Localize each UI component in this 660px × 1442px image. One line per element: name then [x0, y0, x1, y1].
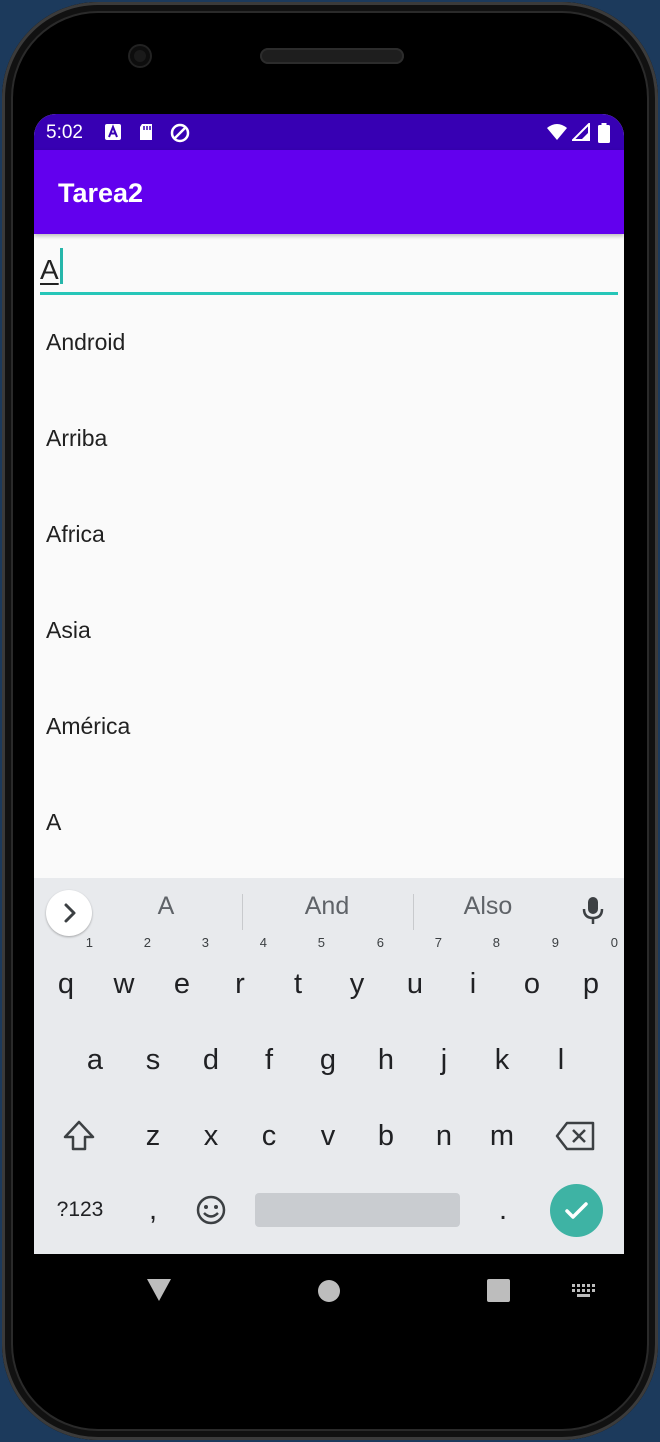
- emoji-icon: [196, 1195, 226, 1225]
- keyboard-expand-button[interactable]: [46, 890, 92, 936]
- key-hint: 2: [143, 935, 151, 950]
- key-label: w: [113, 968, 135, 1000]
- key-hint: 5: [317, 935, 325, 950]
- no-disturb-icon: [170, 123, 190, 143]
- key-label: r: [235, 968, 245, 1000]
- list-item[interactable]: Android: [34, 294, 624, 390]
- enter-button[interactable]: [550, 1184, 603, 1237]
- shift-icon: [63, 1120, 95, 1151]
- key-f[interactable]: f: [244, 1030, 294, 1090]
- key-label: t: [293, 968, 303, 1000]
- list-item[interactable]: A: [34, 774, 624, 870]
- key-k[interactable]: k: [477, 1030, 527, 1090]
- key-hint: 3: [201, 935, 209, 950]
- key-i[interactable]: i8: [448, 936, 500, 1014]
- key-hint: 9: [551, 935, 559, 950]
- key-label: e: [173, 968, 191, 1000]
- signal-icon: [572, 123, 590, 141]
- period-key[interactable]: .: [478, 1180, 528, 1240]
- key-d[interactable]: d: [186, 1030, 236, 1090]
- search-input[interactable]: A: [40, 244, 618, 295]
- comma-key[interactable]: ,: [128, 1180, 178, 1240]
- key-hint: 1: [85, 935, 93, 950]
- status-time: 5:02: [46, 122, 83, 143]
- key-u[interactable]: u7: [390, 936, 442, 1014]
- front-camera: [130, 46, 150, 66]
- recents-icon[interactable]: [487, 1279, 510, 1302]
- key-hint: 6: [376, 935, 384, 950]
- key-x[interactable]: x: [186, 1106, 236, 1166]
- home-icon[interactable]: [317, 1279, 341, 1303]
- key-label: u: [406, 968, 424, 1000]
- back-icon[interactable]: [146, 1278, 172, 1302]
- key-l[interactable]: l: [536, 1030, 586, 1090]
- app-bar: Tarea2: [34, 150, 624, 234]
- key-label: o: [523, 968, 541, 1000]
- text-cursor: [60, 248, 63, 284]
- wifi-icon: [547, 124, 567, 140]
- navigation-bar: [34, 1254, 624, 1330]
- suggestion-3[interactable]: Also: [413, 892, 563, 921]
- list-item[interactable]: Asia: [34, 582, 624, 678]
- shift-key[interactable]: [54, 1106, 104, 1166]
- key-s[interactable]: s: [128, 1030, 178, 1090]
- key-label: y: [349, 968, 365, 1000]
- key-y[interactable]: y6: [332, 936, 384, 1014]
- earpiece-speaker: [260, 48, 404, 64]
- backspace-icon: [555, 1121, 595, 1151]
- key-t[interactable]: t5: [273, 936, 325, 1014]
- list-item[interactable]: Arriba: [34, 390, 624, 486]
- results-list: Android Arriba Africa Asia América A: [34, 294, 624, 870]
- soft-keyboard: A And Also q1 w2 e3 r4 t5 y6 u7 i8 o9 p0…: [34, 878, 624, 1254]
- suggestion-2[interactable]: And: [252, 892, 402, 921]
- mic-icon[interactable]: [582, 896, 604, 926]
- search-input-value: A: [40, 254, 59, 285]
- key-c[interactable]: c: [244, 1106, 294, 1166]
- key-label: p: [582, 968, 600, 1000]
- suggestion-divider: [242, 894, 243, 930]
- status-bar: 5:02: [34, 114, 624, 150]
- key-w[interactable]: w2: [99, 936, 151, 1014]
- symbols-key[interactable]: ?123: [50, 1180, 110, 1240]
- checkmark-icon: [565, 1202, 588, 1219]
- sd-card-icon: [140, 124, 152, 140]
- key-e[interactable]: e3: [157, 936, 209, 1014]
- backspace-key[interactable]: [551, 1106, 601, 1166]
- key-hint: 4: [259, 935, 267, 950]
- chevron-right-icon: [64, 903, 76, 923]
- keyboard-switch-icon[interactable]: [572, 1284, 596, 1298]
- key-n[interactable]: n: [419, 1106, 469, 1166]
- key-label: q: [57, 968, 75, 1000]
- space-bar[interactable]: [255, 1193, 460, 1227]
- key-r[interactable]: r4: [215, 936, 267, 1014]
- key-hint: 0: [610, 935, 618, 950]
- emoji-key[interactable]: [186, 1180, 236, 1240]
- key-v[interactable]: v: [303, 1106, 353, 1166]
- suggestion-strip: A And Also: [34, 878, 624, 944]
- screen: 5:02 Tarea2 A Android Arriba Africa Asia…: [34, 114, 624, 1254]
- key-p[interactable]: p0: [566, 936, 618, 1014]
- list-item[interactable]: América: [34, 678, 624, 774]
- suggestion-1[interactable]: A: [91, 892, 241, 921]
- key-b[interactable]: b: [361, 1106, 411, 1166]
- key-z[interactable]: z: [128, 1106, 178, 1166]
- key-hint: 8: [492, 935, 500, 950]
- key-m[interactable]: m: [477, 1106, 527, 1166]
- key-o[interactable]: o9: [507, 936, 559, 1014]
- key-label: i: [469, 968, 477, 1000]
- list-item[interactable]: Africa: [34, 486, 624, 582]
- key-g[interactable]: g: [303, 1030, 353, 1090]
- key-a[interactable]: a: [70, 1030, 120, 1090]
- battery-icon: [598, 123, 610, 143]
- app-title: Tarea2: [58, 178, 144, 208]
- text-format-icon: [105, 124, 121, 140]
- key-hint: 7: [434, 935, 442, 950]
- key-j[interactable]: j: [419, 1030, 469, 1090]
- key-h[interactable]: h: [361, 1030, 411, 1090]
- key-q[interactable]: q1: [41, 936, 93, 1014]
